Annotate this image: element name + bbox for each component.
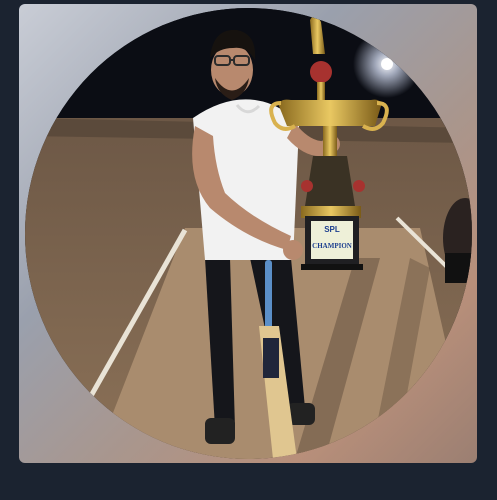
photo-frame: SPL CHAMPION (19, 4, 477, 463)
shoe-left (205, 418, 235, 444)
profile-photo: SPL CHAMPION (25, 8, 472, 459)
photo-scene: SPL CHAMPION (25, 8, 472, 459)
trophy-logo-text: SPL (324, 225, 340, 234)
bat-handle (265, 260, 272, 330)
trophy-plate-text: CHAMPION (312, 242, 352, 250)
